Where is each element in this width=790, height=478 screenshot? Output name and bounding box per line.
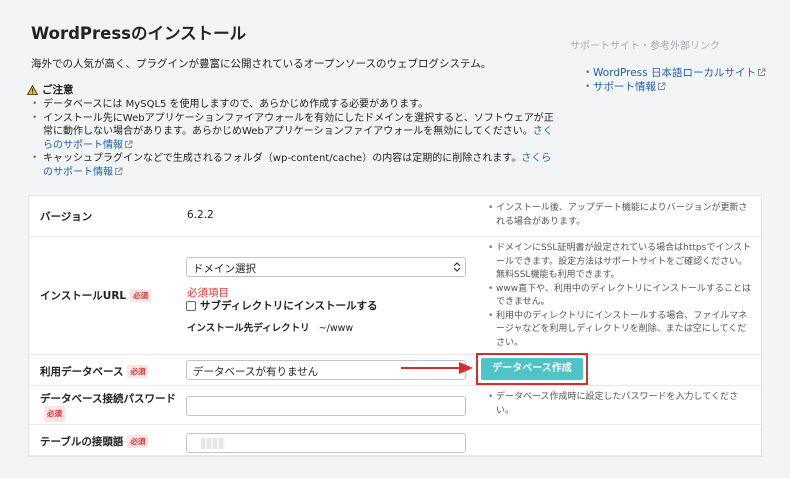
db-password-input[interactable] — [186, 396, 466, 416]
external-link-icon — [124, 140, 133, 149]
database-label: 利用データベース 必須 — [40, 364, 149, 379]
database-select-value: データベースが有りません — [193, 366, 319, 378]
notice-item: キャッシュプラグインなどで生成されるフォルダ（wp-content/cache）… — [27, 152, 557, 179]
install-dir-row: インストール先ディレクトリ ~/www — [187, 320, 353, 334]
database-label-text: 利用データベース — [40, 366, 124, 378]
support-links-panel: サポートサイト・参考外部リンク WordPress 日本語ローカルサイト サポー… — [570, 37, 780, 94]
select-updown-icon — [453, 261, 461, 273]
install-dir-value: ~/www — [318, 323, 354, 334]
create-database-highlight: データベース作成 — [476, 353, 588, 385]
wordpress-ja-link[interactable]: WordPress 日本語ローカルサイト — [593, 67, 766, 79]
table-prefix-label-text: テーブルの接頭語 — [40, 436, 124, 448]
support-info-link[interactable]: サポート情報 — [593, 81, 666, 93]
required-badge: 必須 — [130, 289, 152, 302]
notice-item: データベースには MySQL5 を使用しますので、あらかじめ作成する必要がありま… — [27, 98, 557, 112]
install-form: バージョン 6.2.2 インストール後、アップデート機能によりバージョンが更新さ… — [28, 195, 762, 457]
db-password-label-text: データベース接続パスワード — [40, 393, 176, 405]
notice-item-text: データベースには MySQL5 を使用しますので、あらかじめ作成する必要がありま… — [43, 99, 429, 110]
subdirectory-checkbox[interactable] — [186, 300, 196, 311]
external-link-icon — [114, 167, 123, 176]
required-badge: 必須 — [127, 435, 149, 448]
version-help: インストール後、アップデート機能によりバージョンが更新される場合があります。 — [485, 202, 755, 229]
page-title: WordPressのインストール — [31, 24, 247, 43]
notice-heading: ご注意 — [27, 82, 557, 97]
page-lead: 海外での人気が高く、プラグインが豊富に公開されているオープンソースのウェブログシ… — [31, 58, 492, 70]
database-row: 利用データベース 必須 データベースが有りません — [29, 355, 761, 386]
masked-prefix-value — [201, 438, 225, 449]
install-dir-label: インストール先ディレクトリ — [187, 323, 310, 334]
subdirectory-label[interactable]: サブディレクトリにインストールする — [200, 298, 378, 313]
domain-select-value: ドメイン選択 — [193, 263, 256, 275]
support-links-heading: サポートサイト・参考外部リンク — [570, 41, 720, 52]
support-info-link-text[interactable]: サポート情報 — [593, 81, 656, 93]
required-badge: 必須 — [127, 365, 149, 378]
table-prefix-input[interactable] — [186, 433, 466, 453]
install-url-help: ドメインにSSL証明書が設定されている場合はhttpsでインストールできます。設… — [485, 242, 755, 350]
create-database-button[interactable]: データベース作成 — [481, 358, 583, 380]
version-value: 6.2.2 — [187, 209, 214, 221]
install-url-label-text: インストールURL — [40, 290, 127, 302]
table-prefix-row: テーブルの接頭語 必須 — [29, 425, 761, 456]
help-item: www直下や、利用中のディレクトリにインストールすることはできません。 — [485, 283, 755, 310]
db-password-help: データベース作成時に設定したパスワードを入力してください。 — [485, 391, 755, 418]
notice-item-text: キャッシュプラグインなどで生成されるフォルダ（wp-content/cache）… — [43, 153, 522, 164]
external-link-icon — [657, 81, 666, 90]
support-link-item: サポート情報 — [570, 80, 780, 94]
help-item: インストール後、アップデート機能によりバージョンが更新される場合があります。 — [485, 202, 755, 229]
external-link-icon — [757, 67, 766, 76]
db-password-row: データベース接続パスワード必須 データベース作成時に設定したパスワードを入力して… — [29, 386, 761, 425]
db-password-label: データベース接続パスワード必須 — [40, 392, 180, 422]
help-item: 利用中のディレクトリにインストールする場合、ファイルマネージャなどを利用しディレ… — [485, 310, 755, 351]
subdirectory-option[interactable]: サブディレクトリにインストールする — [186, 298, 378, 313]
required-badge: 必須 — [44, 406, 65, 422]
domain-select[interactable]: ドメイン選択 — [186, 257, 466, 277]
help-item: データベース作成時に設定したパスワードを入力してください。 — [485, 391, 755, 418]
notice-heading-text: ご注意 — [42, 84, 74, 96]
support-link-item: WordPress 日本語ローカルサイト — [570, 66, 780, 80]
notice-item-text: インストール先にWebアプリケーションファイアウォールを有効にしたドメインを選択… — [43, 112, 554, 138]
table-prefix-label: テーブルの接頭語 必須 — [40, 434, 149, 449]
version-row: バージョン 6.2.2 インストール後、アップデート機能によりバージョンが更新さ… — [29, 196, 761, 237]
notice-item: インストール先にWebアプリケーションファイアウォールを有効にしたドメインを選択… — [27, 112, 557, 153]
red-arrow-icon — [401, 362, 473, 374]
notice-box: ご注意 データベースには MySQL5 を使用しますので、あらかじめ作成する必要… — [27, 82, 557, 179]
help-item: ドメインにSSL証明書が設定されている場合はhttpsでインストールできます。設… — [485, 242, 755, 283]
wordpress-ja-link-text[interactable]: WordPress 日本語ローカルサイト — [593, 67, 756, 79]
install-url-label: インストールURL 必須 — [40, 288, 152, 303]
install-url-row: インストールURL 必須 ドメイン選択 必須項目 サブディレクトリにインストールす… — [29, 237, 761, 355]
version-label: バージョン — [40, 211, 93, 223]
warning-icon — [27, 84, 38, 95]
